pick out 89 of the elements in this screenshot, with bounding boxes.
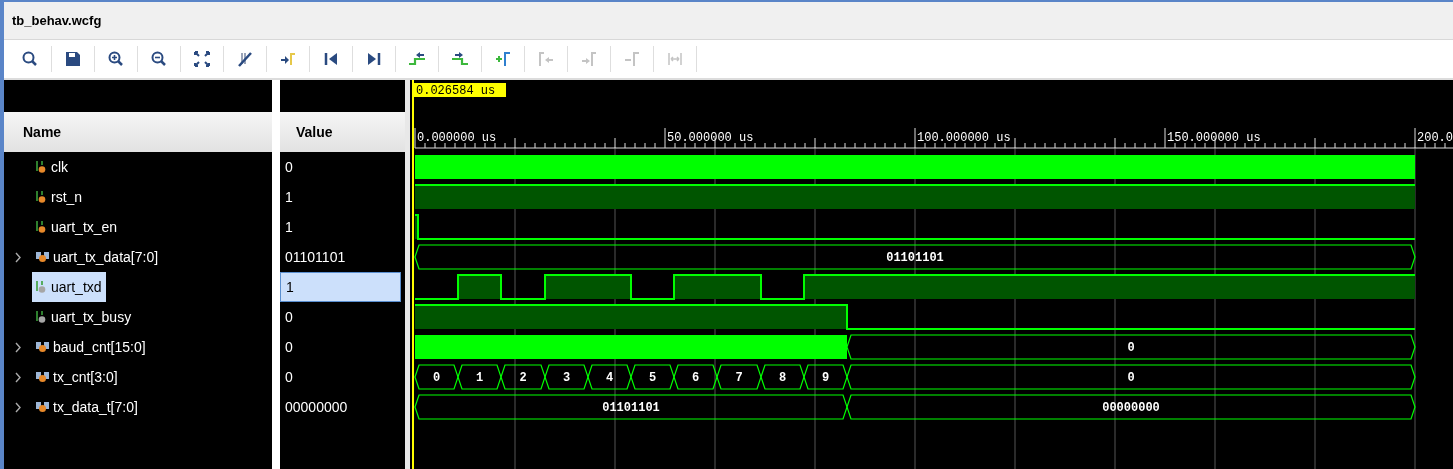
save-icon [64, 50, 82, 68]
signal-value: 0 [284, 367, 294, 387]
minus-marker-icon [623, 50, 641, 68]
signal-name-row[interactable]: tx_cnt[3:0] [32, 362, 122, 392]
bit-signal-icon [36, 160, 47, 174]
expand-arrows-icon [193, 50, 211, 68]
signal-name-row[interactable]: baud_cnt[15:0] [32, 332, 150, 362]
bus-segment [500, 364, 546, 390]
bus-segment [414, 364, 459, 390]
signal-value: 0 [284, 307, 294, 327]
chevron-icon[interactable] [14, 371, 22, 383]
search-icon [21, 50, 39, 68]
bus-value: 0 [432, 371, 441, 385]
time-label: 0.000000 us [417, 131, 497, 145]
bus-value: 00000000 [1102, 401, 1160, 415]
signal-name: tx_cnt[3:0] [53, 367, 118, 387]
bus-segment [760, 364, 805, 390]
signal-name-row[interactable]: uart_tx_busy [32, 302, 136, 332]
span-arrows-icon [666, 50, 684, 68]
signal-name-row[interactable]: uart_txd [32, 272, 106, 302]
marker-arrow-icon [537, 50, 555, 68]
signal-name: uart_tx_en [51, 217, 118, 237]
signal-value: 1 [284, 217, 294, 237]
bus-value: 5 [648, 371, 657, 385]
bus-segment [544, 364, 589, 390]
column-header[interactable]: Value [280, 112, 405, 152]
arrow-to-marker-icon [580, 50, 598, 68]
bus-value: 7 [735, 371, 743, 385]
bus-signal-icon [36, 251, 49, 263]
bus-value: 8 [778, 371, 787, 385]
bus-segment [673, 364, 718, 390]
bus-value: 9 [821, 371, 830, 385]
bit-signal-icon [36, 310, 47, 324]
signal-name-row[interactable]: clk [32, 152, 73, 182]
signal-name-row[interactable]: uart_tx_en [32, 212, 122, 242]
chevron-icon[interactable] [14, 251, 22, 263]
signal-name: uart_tx_busy [51, 307, 132, 327]
signal-name: uart_tx_data[7:0] [53, 247, 159, 267]
crossed-lines-icon [236, 50, 254, 68]
bus-segment [716, 364, 762, 390]
time-label: 50.000000 us [667, 131, 754, 145]
bus-value: 0 [1127, 341, 1135, 355]
cursor-time: 0.026584 us [414, 83, 506, 98]
bus-value: 6 [691, 371, 700, 385]
bus-segment [587, 364, 632, 390]
signal-value: 1 [280, 272, 401, 302]
signal-value: 00000000 [284, 397, 349, 417]
bus-value: 0 [1127, 371, 1135, 385]
signal-value: 0 [284, 157, 294, 177]
bit-signal-icon [36, 220, 47, 234]
bus-signal-icon [36, 341, 49, 353]
signal-value: 0 [284, 337, 294, 357]
chevron-icon[interactable] [14, 401, 22, 413]
time-label: 100.000000 us [917, 131, 1011, 145]
step-right-icon [451, 50, 469, 68]
chevron-icon[interactable] [14, 341, 22, 353]
signal-name-row[interactable]: tx_data_t[7:0] [32, 392, 142, 422]
signal-name-row[interactable]: uart_tx_data[7:0] [32, 242, 163, 272]
bus-value: 3 [562, 371, 571, 385]
bus-value: 1 [475, 371, 484, 385]
bus-signal-icon [36, 401, 49, 413]
signal-name: rst_n [51, 187, 83, 207]
skip-start-icon [322, 50, 340, 68]
bus-segment [630, 364, 675, 390]
time-label: 150.000000 us [1167, 131, 1261, 145]
time-label: 200.0 [1417, 131, 1453, 145]
skip-end-icon [365, 50, 383, 68]
bus-value: 4 [605, 371, 614, 385]
signal-name: tx_data_t[7:0] [53, 397, 138, 417]
signal-value: 1 [284, 187, 294, 207]
signal-name: baud_cnt[15:0] [53, 337, 146, 357]
arrow-to-marker-icon [279, 50, 297, 68]
column-header[interactable]: Name [4, 112, 272, 152]
step-left-icon [408, 50, 426, 68]
bus-value: 01101101 [886, 251, 944, 265]
zoom-in-icon [107, 50, 125, 68]
bus-value: 2 [519, 371, 527, 385]
bus-segment [457, 364, 502, 390]
window-title: tb_behav.wcfg [12, 11, 102, 30]
bit-signal-icon [36, 190, 47, 204]
bit-signal-icon [36, 280, 47, 294]
signal-value: 01101101 [284, 247, 347, 267]
signal-name-row[interactable]: rst_n [32, 182, 87, 212]
bus-value: 01101101 [602, 401, 660, 415]
signal-name: uart_txd [51, 277, 102, 297]
bus-signal-icon [36, 371, 49, 383]
signal-name: clk [51, 157, 69, 177]
plus-marker-icon [494, 50, 512, 68]
zoom-out-icon [150, 50, 168, 68]
